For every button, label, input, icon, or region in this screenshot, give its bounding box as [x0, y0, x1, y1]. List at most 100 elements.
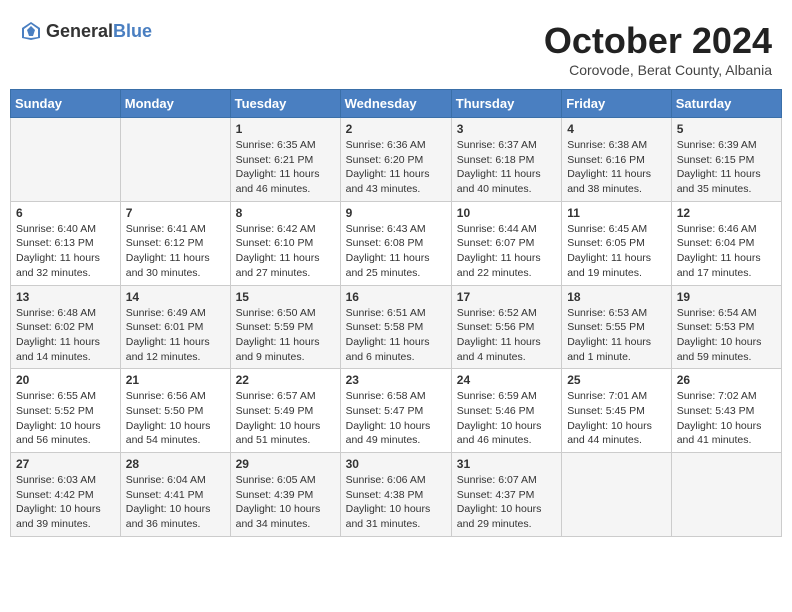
day-number: 4 [567, 122, 666, 136]
calendar-cell: 5 Sunrise: 6:39 AM Sunset: 6:15 PM Daylig… [671, 118, 781, 202]
day-info: Sunrise: 6:51 AM Sunset: 5:58 PM Dayligh… [346, 306, 446, 365]
day-info: Sunrise: 6:41 AM Sunset: 6:12 PM Dayligh… [126, 222, 225, 281]
month-title: October 2024 [544, 20, 772, 62]
logo-icon [20, 20, 42, 42]
logo: GeneralBlue [20, 20, 152, 42]
day-number: 7 [126, 206, 225, 220]
day-info: Sunrise: 6:43 AM Sunset: 6:08 PM Dayligh… [346, 222, 446, 281]
day-info: Sunrise: 6:49 AM Sunset: 6:01 PM Dayligh… [126, 306, 225, 365]
header-wednesday: Wednesday [340, 90, 451, 118]
day-info: Sunrise: 6:58 AM Sunset: 5:47 PM Dayligh… [346, 389, 446, 448]
calendar-cell: 10 Sunrise: 6:44 AM Sunset: 6:07 PM Dayli… [451, 201, 561, 285]
calendar-cell: 20Sunrise: 6:55 AM Sunset: 5:52 PM Dayli… [11, 369, 121, 453]
day-info: Sunrise: 6:06 AM Sunset: 4:38 PM Dayligh… [346, 473, 446, 532]
calendar-cell: 23 Sunrise: 6:58 AM Sunset: 5:47 PM Dayli… [340, 369, 451, 453]
day-info: Sunrise: 6:03 AM Sunset: 4:42 PM Dayligh… [16, 473, 115, 532]
day-number: 22 [236, 373, 335, 387]
calendar-cell: 9Sunrise: 6:43 AM Sunset: 6:08 PM Daylig… [340, 201, 451, 285]
calendar-cell: 3Sunrise: 6:37 AM Sunset: 6:18 PM Daylig… [451, 118, 561, 202]
day-number: 25 [567, 373, 666, 387]
day-info: Sunrise: 6:48 AM Sunset: 6:02 PM Dayligh… [16, 306, 115, 365]
header-monday: Monday [120, 90, 230, 118]
calendar-cell: 26 Sunrise: 7:02 AM Sunset: 5:43 PM Dayli… [671, 369, 781, 453]
day-number: 26 [677, 373, 776, 387]
day-number: 27 [16, 457, 115, 471]
day-number: 24 [457, 373, 556, 387]
calendar-cell: 7 Sunrise: 6:41 AM Sunset: 6:12 PM Daylig… [120, 201, 230, 285]
day-number: 28 [126, 457, 225, 471]
calendar-header-row: SundayMondayTuesdayWednesdayThursdayFrid… [11, 90, 782, 118]
calendar-cell: 25 Sunrise: 7:01 AM Sunset: 5:45 PM Dayli… [562, 369, 672, 453]
day-info: Sunrise: 6:35 AM Sunset: 6:21 PM Dayligh… [236, 138, 335, 197]
header-saturday: Saturday [671, 90, 781, 118]
calendar-cell: 24 Sunrise: 6:59 AM Sunset: 5:46 PM Dayli… [451, 369, 561, 453]
calendar-cell: 21 Sunrise: 6:56 AM Sunset: 5:50 PM Dayli… [120, 369, 230, 453]
calendar-cell: 13Sunrise: 6:48 AM Sunset: 6:02 PM Dayli… [11, 285, 121, 369]
day-info: Sunrise: 6:53 AM Sunset: 5:55 PM Dayligh… [567, 306, 666, 365]
day-number: 16 [346, 290, 446, 304]
logo-general-text: General [46, 21, 113, 41]
logo-blue-text: Blue [113, 21, 152, 41]
day-number: 31 [457, 457, 556, 471]
calendar-cell [120, 118, 230, 202]
day-info: Sunrise: 6:36 AM Sunset: 6:20 PM Dayligh… [346, 138, 446, 197]
day-number: 30 [346, 457, 446, 471]
day-number: 5 [677, 122, 776, 136]
day-number: 6 [16, 206, 115, 220]
day-number: 8 [236, 206, 335, 220]
calendar-cell: 18 Sunrise: 6:53 AM Sunset: 5:55 PM Dayli… [562, 285, 672, 369]
calendar-cell: 16 Sunrise: 6:51 AM Sunset: 5:58 PM Dayli… [340, 285, 451, 369]
calendar-cell: 11Sunrise: 6:45 AM Sunset: 6:05 PM Dayli… [562, 201, 672, 285]
calendar-week-4: 20Sunrise: 6:55 AM Sunset: 5:52 PM Dayli… [11, 369, 782, 453]
day-info: Sunrise: 7:01 AM Sunset: 5:45 PM Dayligh… [567, 389, 666, 448]
header-tuesday: Tuesday [230, 90, 340, 118]
day-info: Sunrise: 6:39 AM Sunset: 6:15 PM Dayligh… [677, 138, 776, 197]
day-info: Sunrise: 6:07 AM Sunset: 4:37 PM Dayligh… [457, 473, 556, 532]
location-subtitle: Corovode, Berat County, Albania [544, 62, 772, 78]
day-number: 17 [457, 290, 556, 304]
page-header: GeneralBlue October 2024 Corovode, Berat… [10, 10, 782, 83]
calendar-cell: 1 Sunrise: 6:35 AM Sunset: 6:21 PM Daylig… [230, 118, 340, 202]
day-info: Sunrise: 7:02 AM Sunset: 5:43 PM Dayligh… [677, 389, 776, 448]
day-info: Sunrise: 6:40 AM Sunset: 6:13 PM Dayligh… [16, 222, 115, 281]
calendar-cell: 29 Sunrise: 6:05 AM Sunset: 4:39 PM Dayli… [230, 453, 340, 537]
calendar-cell: 2 Sunrise: 6:36 AM Sunset: 6:20 PM Daylig… [340, 118, 451, 202]
day-number: 2 [346, 122, 446, 136]
day-number: 29 [236, 457, 335, 471]
calendar-cell: 27 Sunrise: 6:03 AM Sunset: 4:42 PM Dayli… [11, 453, 121, 537]
calendar-week-3: 13Sunrise: 6:48 AM Sunset: 6:02 PM Dayli… [11, 285, 782, 369]
calendar-cell: 14 Sunrise: 6:49 AM Sunset: 6:01 PM Dayli… [120, 285, 230, 369]
day-number: 1 [236, 122, 335, 136]
day-number: 12 [677, 206, 776, 220]
day-info: Sunrise: 6:54 AM Sunset: 5:53 PM Dayligh… [677, 306, 776, 365]
day-info: Sunrise: 6:52 AM Sunset: 5:56 PM Dayligh… [457, 306, 556, 365]
calendar-cell: 28Sunrise: 6:04 AM Sunset: 4:41 PM Dayli… [120, 453, 230, 537]
day-info: Sunrise: 6:05 AM Sunset: 4:39 PM Dayligh… [236, 473, 335, 532]
day-info: Sunrise: 6:59 AM Sunset: 5:46 PM Dayligh… [457, 389, 556, 448]
calendar-week-1: 1 Sunrise: 6:35 AM Sunset: 6:21 PM Daylig… [11, 118, 782, 202]
header-thursday: Thursday [451, 90, 561, 118]
day-info: Sunrise: 6:56 AM Sunset: 5:50 PM Dayligh… [126, 389, 225, 448]
title-block: October 2024 Corovode, Berat County, Alb… [544, 20, 772, 78]
calendar-cell [671, 453, 781, 537]
calendar-cell: 8Sunrise: 6:42 AM Sunset: 6:10 PM Daylig… [230, 201, 340, 285]
day-number: 10 [457, 206, 556, 220]
day-info: Sunrise: 6:50 AM Sunset: 5:59 PM Dayligh… [236, 306, 335, 365]
calendar-cell: 31 Sunrise: 6:07 AM Sunset: 4:37 PM Dayli… [451, 453, 561, 537]
day-number: 18 [567, 290, 666, 304]
day-number: 23 [346, 373, 446, 387]
calendar-cell: 15Sunrise: 6:50 AM Sunset: 5:59 PM Dayli… [230, 285, 340, 369]
calendar-table: SundayMondayTuesdayWednesdayThursdayFrid… [10, 89, 782, 537]
header-friday: Friday [562, 90, 672, 118]
calendar-week-5: 27 Sunrise: 6:03 AM Sunset: 4:42 PM Dayli… [11, 453, 782, 537]
header-sunday: Sunday [11, 90, 121, 118]
calendar-week-2: 6 Sunrise: 6:40 AM Sunset: 6:13 PM Daylig… [11, 201, 782, 285]
day-number: 3 [457, 122, 556, 136]
day-number: 21 [126, 373, 225, 387]
day-info: Sunrise: 6:46 AM Sunset: 6:04 PM Dayligh… [677, 222, 776, 281]
day-number: 14 [126, 290, 225, 304]
day-info: Sunrise: 6:44 AM Sunset: 6:07 PM Dayligh… [457, 222, 556, 281]
calendar-cell: 4 Sunrise: 6:38 AM Sunset: 6:16 PM Daylig… [562, 118, 672, 202]
day-info: Sunrise: 6:38 AM Sunset: 6:16 PM Dayligh… [567, 138, 666, 197]
day-number: 20 [16, 373, 115, 387]
